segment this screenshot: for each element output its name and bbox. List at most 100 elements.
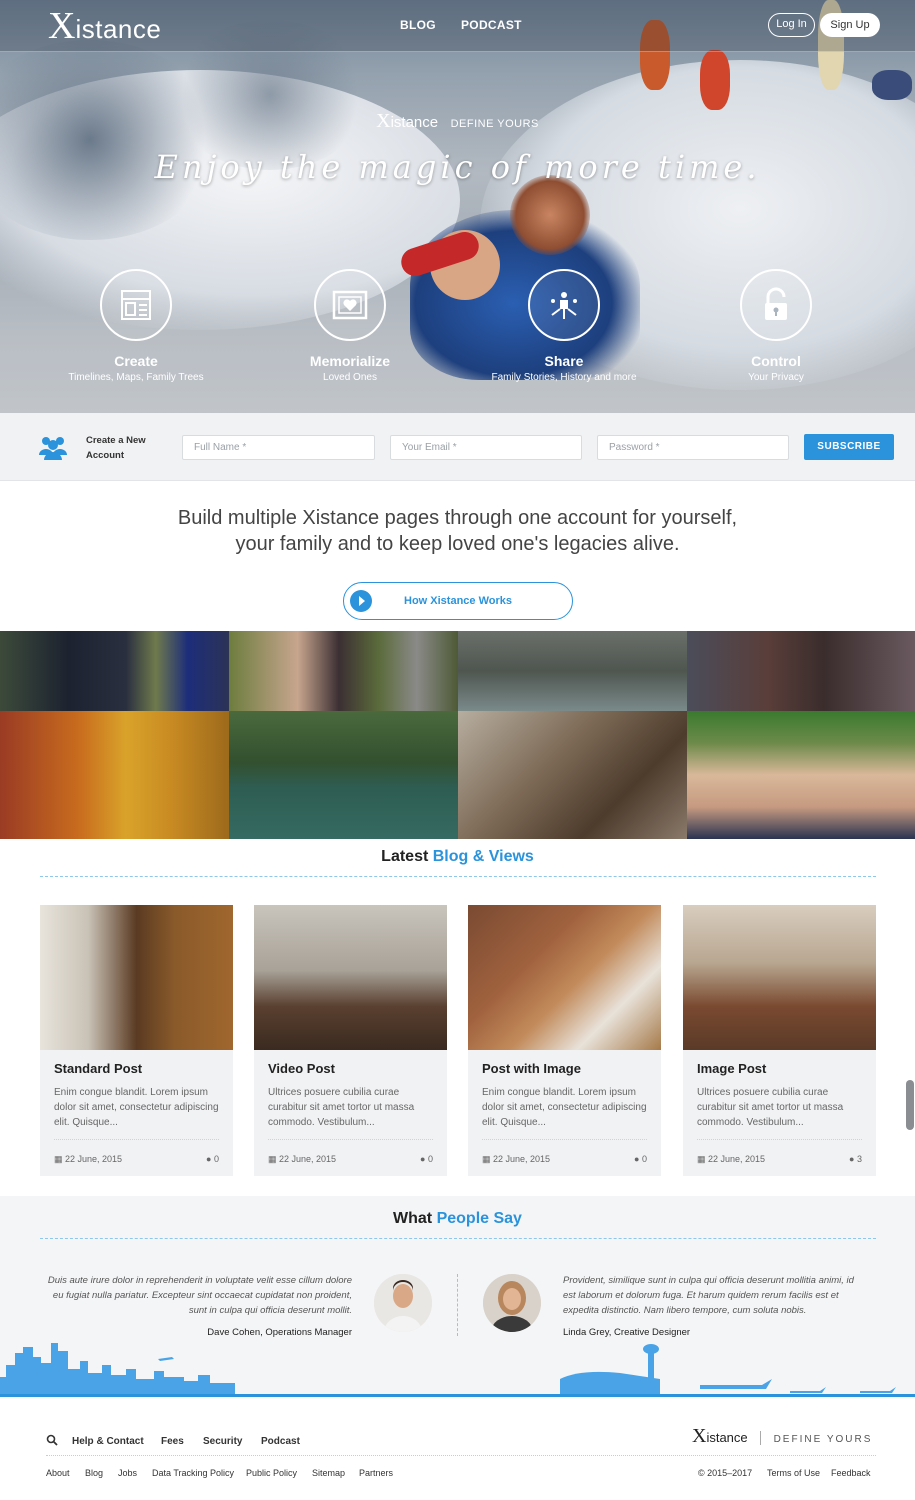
divider <box>40 876 876 877</box>
feature-memorialize[interactable]: Memorialize Loved Ones <box>250 269 450 383</box>
comment-icon: ● <box>849 1154 857 1164</box>
footer-link-jobs[interactable]: Jobs <box>118 1468 137 1478</box>
blog-card-image[interactable] <box>683 905 876 1050</box>
divider <box>54 1139 219 1140</box>
full-name-field[interactable]: Full Name * <box>182 435 375 460</box>
blog-card-title[interactable]: Image Post <box>697 1061 766 1076</box>
feature-control[interactable]: Control Your Privacy <box>676 269 876 383</box>
blog-card-comments[interactable]: ● 0 <box>634 1154 647 1164</box>
how-button-label: How Xistance Works <box>404 595 512 607</box>
blog-card[interactable]: Standard Post Enim congue blandit. Lorem… <box>40 905 233 1176</box>
calendar-icon: ▦ <box>482 1154 494 1164</box>
blog-card-date: ▦ 22 June, 2015 <box>268 1154 337 1164</box>
grid-photo[interactable] <box>687 711 915 839</box>
feature-title: Memorialize <box>309 353 391 369</box>
footer-link-data-tracking[interactable]: Data Tracking Policy <box>152 1468 234 1478</box>
scrollbar-thumb[interactable] <box>906 1080 914 1130</box>
testimonial-quote-right: Provident, similique sunt in culpa qui o… <box>563 1275 854 1316</box>
play-icon <box>350 590 372 612</box>
signup-bar: Create a New Account Full Name * Your Ema… <box>0 413 915 481</box>
testimonial-quote-left: Duis aute irure dolor in reprehenderit i… <box>47 1275 352 1316</box>
grid-photo[interactable] <box>458 631 687 711</box>
grid-photo[interactable] <box>458 711 687 839</box>
users-icon <box>39 437 67 460</box>
intro-text: Build multiple Xistance pages through on… <box>177 507 738 555</box>
testimonials-title: What People Say <box>393 1210 522 1227</box>
footer-link-podcast[interactable]: Podcast <box>261 1436 300 1447</box>
grid-photo[interactable] <box>687 631 915 711</box>
feature-subtitle: Loved Ones <box>323 372 377 383</box>
blog-card-comments[interactable]: ● 3 <box>849 1154 862 1164</box>
blog-card-image[interactable] <box>254 905 447 1050</box>
hero-photo-kid <box>872 70 912 100</box>
footer-link-fees[interactable]: Fees <box>161 1436 184 1447</box>
feature-share[interactable]: Share Family Stories, History and more <box>464 269 664 383</box>
feature-create[interactable]: Create Timelines, Maps, Family Trees <box>36 269 236 383</box>
blog-card-comments[interactable]: ● 0 <box>420 1154 433 1164</box>
blog-card[interactable]: Post with Image Enim congue blandit. Lor… <box>468 905 661 1176</box>
blog-section-title: Latest Blog & Views <box>381 848 534 865</box>
footer-link-help-contact[interactable]: Help & Contact <box>72 1436 144 1447</box>
blog-card-title[interactable]: Video Post <box>268 1061 335 1076</box>
footer-link-feedback[interactable]: Feedback <box>831 1468 871 1478</box>
avatar <box>374 1274 432 1332</box>
blog-card-image[interactable] <box>40 905 233 1050</box>
feature-subtitle: Timelines, Maps, Family Trees <box>68 372 204 383</box>
feature-subtitle: Family Stories, History and more <box>491 372 637 383</box>
layout-icon <box>100 269 172 341</box>
grid-photo[interactable] <box>0 631 229 711</box>
footer-link-partners[interactable]: Partners <box>359 1468 393 1478</box>
blog-card-image[interactable] <box>468 905 661 1050</box>
divider <box>46 1455 876 1456</box>
lock-icon <box>740 269 812 341</box>
footer: Help & Contact Fees Security Podcast Xis… <box>0 1397 915 1500</box>
grid-photo[interactable] <box>229 711 458 839</box>
search-icon[interactable] <box>46 1434 58 1446</box>
nav-blog-link[interactable]: BLOG <box>400 18 436 32</box>
logo-text: istance <box>75 14 162 44</box>
password-field[interactable]: Password * <box>597 435 789 460</box>
divider <box>482 1139 647 1140</box>
subscribe-button[interactable]: SUBSCRIBE <box>804 434 894 460</box>
divider <box>697 1139 862 1140</box>
divider <box>268 1139 433 1140</box>
photo-grid <box>0 631 915 839</box>
blog-card[interactable]: Video Post Ultrices posuere cubilia cura… <box>254 905 447 1176</box>
signup-button[interactable]: Sign Up <box>820 13 880 37</box>
heart-frame-icon <box>314 269 386 341</box>
comment-icon: ● <box>634 1154 642 1164</box>
footer-link-security[interactable]: Security <box>203 1436 242 1447</box>
top-navbar: Xistance BLOG PODCAST Log In Sign Up <box>0 0 915 52</box>
blog-card-excerpt: Enim congue blandit. Lorem ipsum dolor s… <box>482 1087 647 1128</box>
logo[interactable]: Xistance <box>48 6 161 46</box>
email-field[interactable]: Your Email * <box>390 435 582 460</box>
hero-photo-kid <box>700 50 730 110</box>
feature-title: Control <box>751 353 801 369</box>
hero-headline: Enjoy the magic of more time. <box>154 148 761 186</box>
footer-logo[interactable]: Xistance DEFINE YOURS <box>692 1425 872 1448</box>
avatar <box>483 1274 541 1332</box>
calendar-icon: ▦ <box>697 1154 709 1164</box>
grid-photo[interactable] <box>229 631 458 711</box>
footer-link-terms[interactable]: Terms of Use <box>767 1468 820 1478</box>
blog-card-excerpt: Enim congue blandit. Lorem ipsum dolor s… <box>54 1087 219 1128</box>
blog-card-excerpt: Ultrices posuere cubilia curae curabitur… <box>697 1087 844 1128</box>
login-button[interactable]: Log In <box>768 13 815 37</box>
blog-card[interactable]: Image Post Ultrices posuere cubilia cura… <box>683 905 876 1176</box>
footer-link-sitemap[interactable]: Sitemap <box>312 1468 345 1478</box>
grid-photo[interactable] <box>0 711 229 839</box>
blog-card-comments[interactable]: ● 0 <box>206 1154 219 1164</box>
footer-link-about[interactable]: About <box>46 1468 70 1478</box>
copyright: © 2015–2017 <box>698 1468 753 1478</box>
nav-podcast-link[interactable]: PODCAST <box>461 18 522 32</box>
blog-card-title[interactable]: Post with Image <box>482 1061 581 1076</box>
calendar-icon: ▦ <box>268 1154 280 1164</box>
blog-card-title[interactable]: Standard Post <box>54 1061 142 1076</box>
how-xistance-works-button[interactable]: How Xistance Works <box>343 582 573 620</box>
feature-title: Share <box>544 353 584 369</box>
blog-card-date: ▦ 22 June, 2015 <box>54 1154 123 1164</box>
hero-brand-tagline: Xistance DEFINE YOURS <box>0 110 915 133</box>
footer-link-blog[interactable]: Blog <box>85 1468 103 1478</box>
footer-link-public-policy[interactable]: Public Policy <box>246 1468 297 1478</box>
blog-card-date: ▦ 22 June, 2015 <box>697 1154 766 1164</box>
